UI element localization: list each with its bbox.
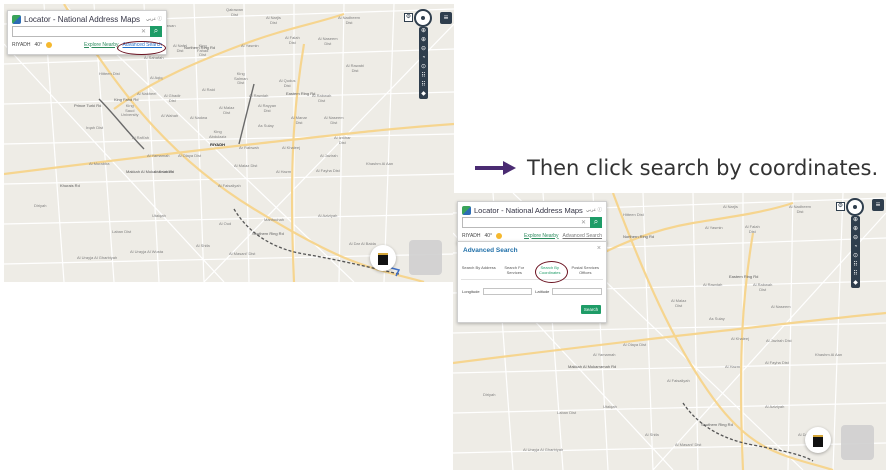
- map-screenshot-1: QairawanDist Al Qirawan Al NarjisDist Al…: [4, 4, 454, 282]
- basemap-toggle[interactable]: [841, 425, 874, 460]
- close-icon[interactable]: ×: [597, 245, 601, 252]
- diamond-icon[interactable]: ◆: [421, 90, 426, 99]
- locate-icon[interactable]: ⊕: [421, 27, 426, 36]
- grid-icon[interactable]: ⠿: [421, 72, 425, 81]
- diamond-icon[interactable]: ◆: [853, 279, 858, 288]
- search-button[interactable]: ⌕: [590, 217, 602, 228]
- map-controls: ⊕ ⊕ ⊖ ◔ ⊙ ⠿ ⠿ ◆: [851, 216, 860, 288]
- address-search-input[interactable]: ✕ ⌕: [462, 217, 602, 228]
- instruction-text: Then click search by coordinates.: [527, 156, 879, 180]
- city-label: RIYADH: [462, 232, 481, 239]
- map-screenshot-2: Al Nadheem Dist Al Yasmin Al Narjis Hitte…: [453, 193, 886, 470]
- clear-icon[interactable]: ✕: [581, 219, 586, 226]
- search-button[interactable]: ⌕: [150, 26, 162, 37]
- coordinate-fields: Longitude Latitude: [462, 286, 602, 296]
- instruction: Then click search by coordinates.: [475, 153, 878, 183]
- national-address-logo: [462, 205, 471, 215]
- latitude-label: Latitude: [535, 288, 550, 294]
- qibla-icon[interactable]: [370, 245, 396, 271]
- locator-title: Locator - National Address Maps: [24, 14, 141, 24]
- globe-icon[interactable]: ⊙: [421, 63, 426, 72]
- locate-icon[interactable]: ⊕: [853, 216, 858, 225]
- language-toggle[interactable]: عربي ⓘ: [586, 207, 602, 213]
- highlight-circle: [535, 261, 568, 283]
- tab-search-for-services[interactable]: Search For Services: [497, 262, 533, 279]
- temperature: 40°: [34, 41, 43, 48]
- dots-icon[interactable]: ⠿: [853, 270, 857, 279]
- basemap-toggle[interactable]: [409, 240, 442, 275]
- right-arrow-icon: [475, 161, 517, 175]
- city-label: RIYADH: [12, 41, 31, 48]
- time-icon[interactable]: ◔: [854, 243, 858, 252]
- globe-icon[interactable]: ⊙: [853, 252, 858, 261]
- time-icon[interactable]: ◔: [422, 54, 426, 63]
- sun-icon: [496, 232, 503, 239]
- advanced-search-title: Advanced Search: [463, 247, 518, 254]
- map-controls: ⊕ ⊕ ⊖ ◔ ⊙ ⠿ ⠿ ◆: [419, 27, 428, 99]
- national-address-logo: [12, 14, 21, 24]
- highlight-circle: [117, 41, 166, 55]
- zoom-out-icon[interactable]: ⊖: [421, 45, 426, 54]
- longitude-input[interactable]: [482, 287, 533, 295]
- menu-button[interactable]: ≡: [872, 199, 884, 211]
- pan-control-icon[interactable]: [846, 198, 864, 216]
- layers-icon[interactable]: ⚙: [836, 202, 845, 211]
- locator-header: Locator - National Address Maps عربي ⓘ: [12, 14, 162, 24]
- longitude-label: Longitude: [462, 288, 480, 294]
- zoom-in-icon[interactable]: ⊕: [421, 36, 426, 45]
- locator-header: Locator - National Address Maps عربي ⓘ: [462, 205, 602, 215]
- pan-control-icon[interactable]: [414, 9, 432, 27]
- temperature: 40°: [484, 232, 493, 239]
- address-search-input[interactable]: ✕ ⌕: [12, 26, 162, 37]
- language-toggle[interactable]: عربي ⓘ: [146, 16, 162, 22]
- advanced-search-tabs: Search By Address Search For Services Se…: [461, 262, 603, 280]
- locator-title: Locator - National Address Maps: [474, 205, 583, 215]
- advanced-search-link[interactable]: Advanced Search: [563, 233, 602, 239]
- layers-icon[interactable]: ⚙: [404, 13, 413, 22]
- coordinate-search-button[interactable]: Search: [581, 305, 601, 314]
- qibla-icon[interactable]: [805, 427, 831, 453]
- zoom-out-icon[interactable]: ⊖: [853, 234, 858, 243]
- tab-search-by-address[interactable]: Search By Address: [461, 262, 497, 279]
- clear-icon[interactable]: ✕: [141, 28, 146, 35]
- grid-icon[interactable]: ⠿: [853, 261, 857, 270]
- locator-panel: Locator - National Address Maps عربي ⓘ ✕…: [457, 201, 607, 244]
- explore-nearby-link[interactable]: Explore Nearby: [84, 42, 118, 48]
- zoom-in-icon[interactable]: ⊕: [853, 225, 858, 234]
- tab-postal-services-offices[interactable]: Postal Services Offices: [568, 262, 604, 279]
- dots-icon[interactable]: ⠿: [421, 81, 425, 90]
- menu-button[interactable]: ≡: [440, 12, 452, 24]
- sun-icon: [46, 41, 53, 48]
- advanced-search-panel: Advanced Search × Search By Address Sear…: [457, 241, 607, 323]
- explore-nearby-link[interactable]: Explore Nearby: [524, 233, 558, 239]
- latitude-input[interactable]: [552, 287, 602, 295]
- locator-footer: RIYADH 40° Explore Nearby Advanced Searc…: [462, 231, 602, 240]
